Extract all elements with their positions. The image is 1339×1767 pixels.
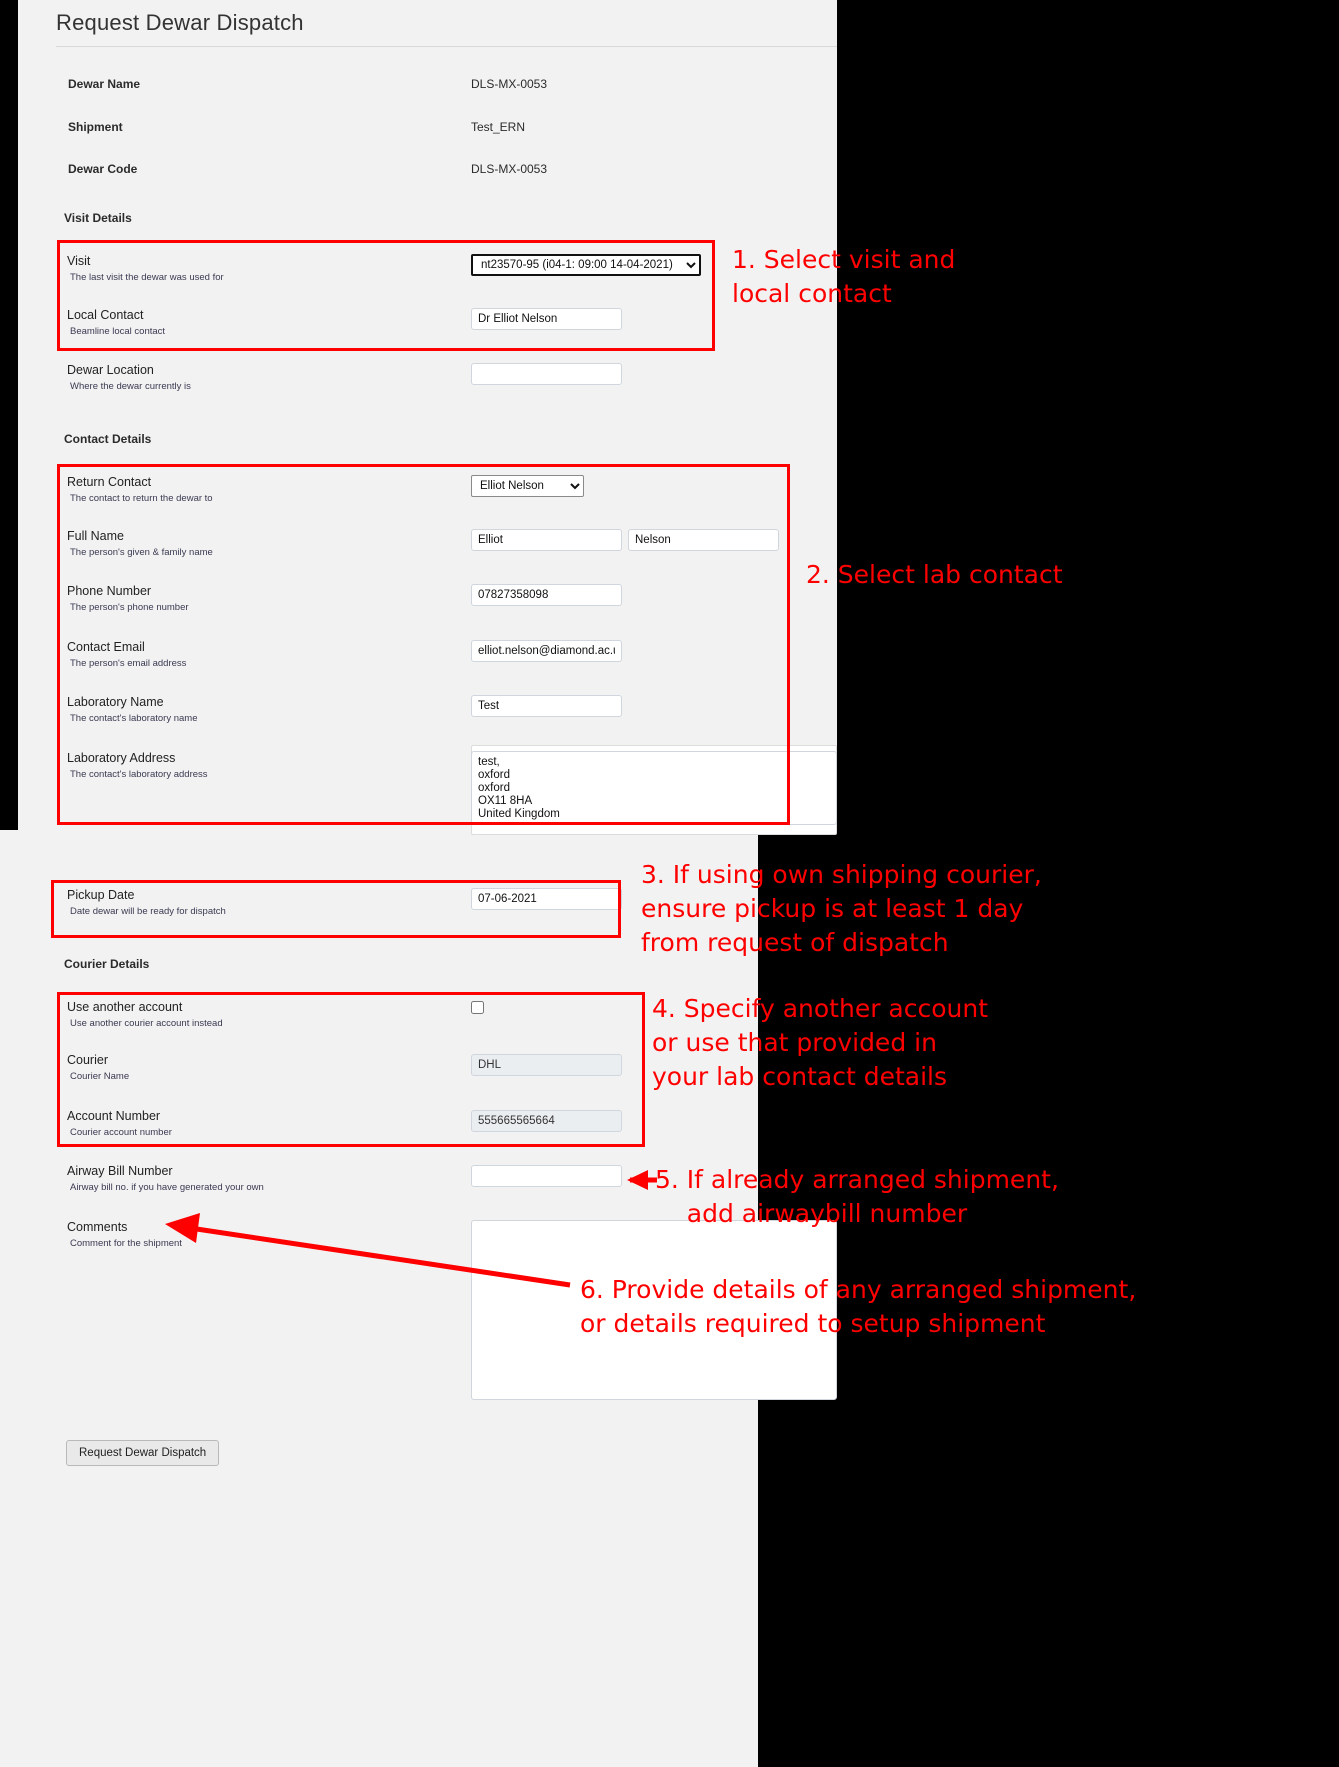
summary-row-shipment: Shipment Test_ERN <box>0 120 820 142</box>
use-another-account-checkbox[interactable] <box>471 1001 484 1014</box>
visit-select[interactable]: nt23570-95 (i04-1: 09:00 14-04-2021) <box>471 254 701 276</box>
field-label: Full Name <box>67 529 124 543</box>
dewar-location-input[interactable] <box>471 363 622 385</box>
field-label: Airway Bill Number <box>67 1164 173 1178</box>
field-label: Laboratory Address <box>67 751 176 765</box>
summary-row-dewar-code: Dewar Code DLS-MX-0053 <box>0 162 820 184</box>
field-hint: Comment for the shipment <box>70 1238 182 1249</box>
field-label: Phone Number <box>67 584 152 598</box>
laboratory-address-textarea[interactable]: test, oxford oxford OX11 8HA United King… <box>471 751 837 825</box>
return-contact-select[interactable]: Elliot Nelson <box>471 475 584 497</box>
field-hint: The contact's laboratory name <box>70 713 198 724</box>
field-hint: Beamline local contact <box>70 326 166 337</box>
field-hint: The person's phone number <box>70 602 189 613</box>
summary-value: DLS-MX-0053 <box>471 162 548 176</box>
field-hint: The last visit the dewar was used for <box>70 272 224 283</box>
title-divider <box>56 46 837 47</box>
request-dewar-dispatch-button[interactable]: Request Dewar Dispatch <box>66 1440 220 1466</box>
summary-value: Test_ERN <box>471 120 526 134</box>
field-hint: The contact's laboratory address <box>70 769 208 780</box>
field-label: Account Number <box>67 1109 161 1123</box>
summary-label: Dewar Name <box>68 77 141 91</box>
pickup-date-input[interactable] <box>471 888 622 910</box>
field-label: Courier <box>67 1053 108 1067</box>
comments-textarea[interactable] <box>471 1220 837 1400</box>
field-hint: Courier account number <box>70 1127 172 1138</box>
field-label: Pickup Date <box>67 888 135 902</box>
summary-value: DLS-MX-0053 <box>471 77 548 91</box>
field-hint: The contact to return the dewar to <box>70 493 213 504</box>
account-number-input <box>471 1110 622 1132</box>
airway-bill-number-input[interactable] <box>471 1165 622 1187</box>
summary-row-dewar-name: Dewar Name DLS-MX-0053 <box>0 77 820 99</box>
section-heading-contact-details: Contact Details <box>64 432 152 446</box>
first-name-input[interactable] <box>471 529 622 551</box>
field-label: Contact Email <box>67 640 145 654</box>
field-label: Comments <box>67 1220 128 1234</box>
field-label: Return Contact <box>67 475 152 489</box>
summary-label: Dewar Code <box>68 162 138 176</box>
page-title: Request Dewar Dispatch <box>56 10 304 35</box>
section-heading-visit-details: Visit Details <box>64 211 132 225</box>
laboratory-name-input[interactable] <box>471 695 622 717</box>
field-hint: Where the dewar currently is <box>70 381 191 392</box>
field-hint: The person's given & family name <box>70 547 213 558</box>
field-hint: Airway bill no. if you have generated yo… <box>70 1182 264 1193</box>
field-hint: Courier Name <box>70 1071 130 1082</box>
field-label: Use another account <box>67 1000 183 1014</box>
field-label: Dewar Location <box>67 363 154 377</box>
courier-input <box>471 1054 622 1076</box>
dewar-dispatch-form: Request Dewar Dispatch Dewar Name DLS-MX… <box>0 0 860 1767</box>
field-label: Visit <box>67 254 91 268</box>
section-heading-courier-details: Courier Details <box>64 957 150 971</box>
contact-email-input[interactable] <box>471 640 622 662</box>
field-hint: The person's email address <box>70 658 187 669</box>
field-hint: Date dewar will be ready for dispatch <box>70 906 226 917</box>
field-label: Local Contact <box>67 308 144 322</box>
field-hint: Use another courier account instead <box>70 1018 223 1029</box>
local-contact-input[interactable] <box>471 308 622 330</box>
last-name-input[interactable] <box>628 529 779 551</box>
field-label: Laboratory Name <box>67 695 164 709</box>
phone-number-input[interactable] <box>471 584 622 606</box>
summary-label: Shipment <box>68 120 123 134</box>
